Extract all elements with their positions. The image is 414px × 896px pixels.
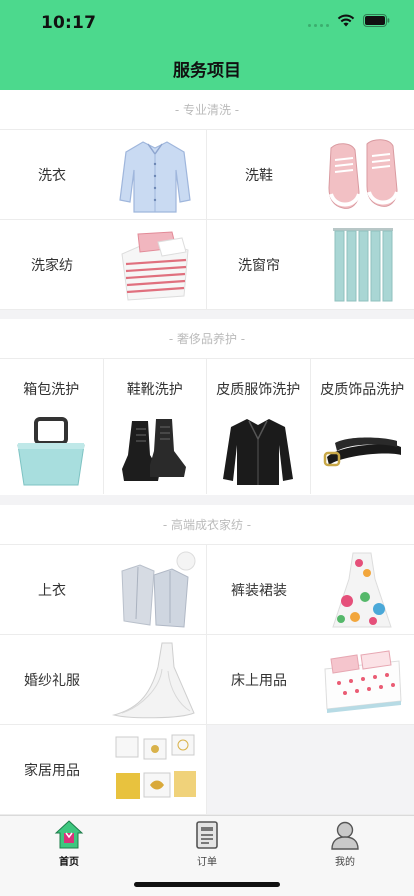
section-title: - 奢侈品养护 - xyxy=(0,319,414,359)
service-item-wedding-dress[interactable]: 婚纱礼服 xyxy=(0,635,207,725)
wifi-icon xyxy=(337,14,355,27)
status-time: 10:17 xyxy=(41,13,97,33)
order-icon xyxy=(196,821,218,849)
service-label: 皮质饰品洗护 xyxy=(320,382,405,398)
status-icons xyxy=(308,14,390,27)
curtain-icon xyxy=(333,228,393,302)
tab-label: 首页 xyxy=(59,857,79,868)
section-professional-cleaning: - 专业清洗 - 洗衣 洗鞋 洗家纺 洗窗帘 xyxy=(0,90,414,310)
shirt-icon xyxy=(119,141,191,213)
section-luxury-care: - 奢侈品养护 - 箱包洗护 鞋靴洗护 皮质服饰洗护 皮质饰品洗护 xyxy=(0,319,414,495)
service-item-bedding[interactable]: 床上用品 xyxy=(207,635,414,725)
home-indicator[interactable] xyxy=(134,882,280,887)
service-label: 婚纱礼服 xyxy=(24,673,80,689)
boots-icon xyxy=(121,419,186,481)
home-icon xyxy=(54,820,84,849)
section-title: - 专业清洗 - xyxy=(0,90,414,130)
profile-icon xyxy=(331,821,359,850)
service-item-bag-care[interactable]: 箱包洗护 xyxy=(0,359,104,494)
empty-cell xyxy=(207,725,414,815)
bedding-icon xyxy=(121,231,189,301)
signal-dots-icon xyxy=(308,15,329,27)
service-label: 洗家纺 xyxy=(31,258,73,274)
service-label: 洗窗帘 xyxy=(238,258,280,274)
leather-jacket-icon xyxy=(223,419,294,485)
service-label: 鞋靴洗护 xyxy=(126,382,183,398)
service-item-leather-clothing-care[interactable]: 皮质服饰洗护 xyxy=(207,359,311,494)
service-item-wash-shoes[interactable]: 洗鞋 xyxy=(207,130,414,220)
service-item-wash-clothes[interactable]: 洗衣 xyxy=(0,130,207,220)
tops-icon xyxy=(121,551,196,628)
bed-icon xyxy=(324,650,402,713)
sneaker-icon xyxy=(328,139,399,209)
service-label: 箱包洗护 xyxy=(23,382,80,398)
service-item-pants-skirts[interactable]: 裤装裙装 xyxy=(207,545,414,635)
handbag-icon xyxy=(17,417,85,486)
service-label: 家居用品 xyxy=(24,763,80,779)
page-title: 服务项目 xyxy=(173,61,241,81)
section-title: - 高端成衣家纺 - xyxy=(0,505,414,545)
wedding-dress-icon xyxy=(112,642,195,719)
belt-icon xyxy=(324,437,402,467)
tab-label: 订单 xyxy=(197,857,217,868)
dress-icon xyxy=(332,552,392,628)
service-label: 裤装裙装 xyxy=(231,583,287,599)
service-label: 皮质服饰洗护 xyxy=(216,382,301,398)
service-label: 洗鞋 xyxy=(245,168,273,184)
service-item-leather-accessory-care[interactable]: 皮质饰品洗护 xyxy=(311,359,414,494)
battery-icon xyxy=(363,14,390,27)
tab-label: 我的 xyxy=(335,857,355,868)
service-label: 床上用品 xyxy=(231,673,287,689)
section-premium-apparel-home: - 高端成衣家纺 - 上衣 裤装裙装 婚纱礼服 床上用品 家居用品 xyxy=(0,505,414,815)
service-label: 上衣 xyxy=(38,583,66,599)
service-item-wash-bedding[interactable]: 洗家纺 xyxy=(0,220,207,310)
service-label: 洗衣 xyxy=(38,168,66,184)
header: 10:17 服务项目 xyxy=(0,0,414,90)
service-item-boot-care[interactable]: 鞋靴洗护 xyxy=(104,359,207,494)
service-item-tops[interactable]: 上衣 xyxy=(0,545,207,635)
tab-profile[interactable]: 我的 xyxy=(276,816,414,896)
service-item-wash-curtains[interactable]: 洗窗帘 xyxy=(207,220,414,310)
tab-home[interactable]: 首页 xyxy=(0,816,138,896)
service-item-home-goods[interactable]: 家居用品 xyxy=(0,725,207,815)
pillows-icon xyxy=(115,734,196,799)
